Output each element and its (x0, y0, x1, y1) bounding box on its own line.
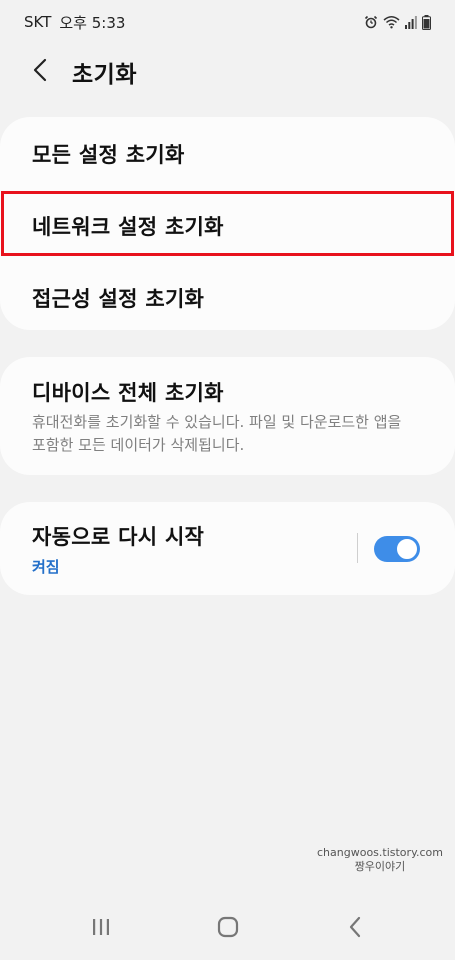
alarm-icon (364, 15, 378, 29)
recent-apps-button[interactable] (86, 917, 116, 941)
home-icon (217, 916, 239, 942)
battery-icon (422, 14, 431, 30)
status-bar: SKT 오후 5:33 (0, 0, 455, 44)
nav-back-button[interactable] (340, 916, 370, 942)
toggle-knob (395, 537, 419, 561)
reset-accessibility-settings-item[interactable]: 접근성 설정 초기화 (32, 283, 455, 313)
device-reset-card[interactable]: 디바이스 전체 초기화 휴대전화를 초기화할 수 있습니다. 파일 및 다운로드… (0, 357, 455, 475)
reset-all-settings-item[interactable]: 모든 설정 초기화 (32, 139, 455, 169)
auto-restart-status: 켜짐 (32, 558, 60, 576)
back-button[interactable] (26, 54, 54, 90)
home-button[interactable] (213, 916, 243, 942)
auto-restart-card[interactable]: 자동으로 다시 시작 켜짐 (0, 502, 455, 595)
app-header: 초기화 (0, 48, 455, 96)
navigation-bar (0, 905, 455, 953)
page-title: 초기화 (72, 62, 137, 88)
watermark-url: changwoos.tistory.com (317, 846, 443, 859)
wifi-icon (383, 15, 400, 29)
device-reset-description: 휴대전화를 초기화할 수 있습니다. 파일 및 다운로드한 앱을 포함한 모든 … (32, 413, 402, 454)
auto-restart-title: 자동으로 다시 시작 (32, 525, 205, 549)
auto-restart-toggle[interactable] (374, 536, 420, 562)
device-reset-title: 디바이스 전체 초기화 (32, 381, 224, 405)
clock-time: 오후 5:33 (59, 13, 126, 32)
carrier-label: SKT (24, 13, 52, 31)
chevron-left-icon (33, 58, 47, 86)
signal-icon (405, 15, 417, 29)
reset-network-settings-item[interactable]: 네트워크 설정 초기화 (32, 211, 455, 241)
reset-options-card: 모든 설정 초기화 네트워크 설정 초기화 접근성 설정 초기화 (0, 117, 455, 330)
watermark: changwoos.tistory.com 짱우이야기 (310, 846, 450, 874)
recent-apps-icon (91, 917, 111, 941)
watermark-name: 짱우이야기 (354, 860, 406, 873)
back-icon (348, 916, 362, 942)
vertical-divider (357, 533, 358, 563)
